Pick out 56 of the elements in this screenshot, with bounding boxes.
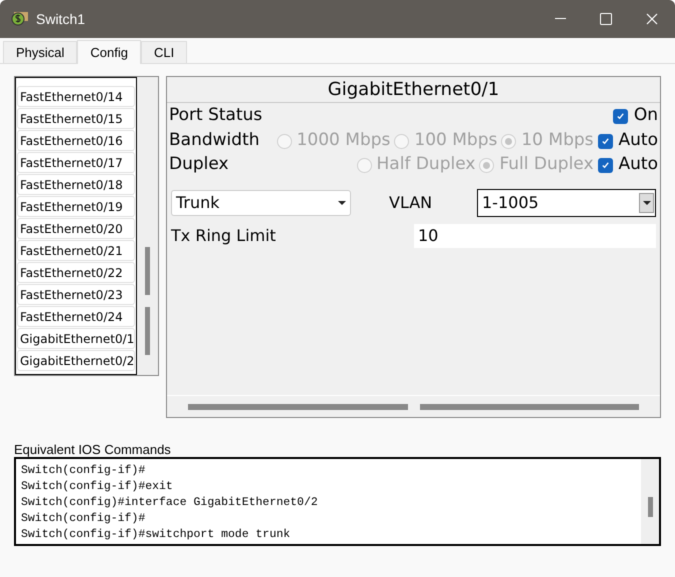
scrollbar-thumb[interactable] — [648, 497, 652, 517]
port-list-item[interactable]: FastEthernet0/18 — [17, 174, 135, 195]
option-label: 10 Mbps — [521, 129, 594, 152]
tx-ring-limit-field[interactable]: 10 — [414, 224, 656, 248]
checkmark-icon — [600, 136, 610, 146]
switch-icon — [10, 10, 30, 28]
field-label: VLAN — [389, 192, 432, 214]
tab[interactable]: Config — [77, 40, 141, 64]
tab[interactable]: Physical — [3, 41, 78, 63]
option-label: Full Duplex — [499, 153, 594, 176]
option-label: 100 Mbps — [414, 129, 498, 152]
port-list-item[interactable]: FastEthernet0/19 — [17, 196, 135, 217]
option-label: Auto — [618, 129, 658, 152]
scrollbar-thumb[interactable] — [145, 307, 150, 355]
field-label: Port Status — [169, 104, 262, 128]
vlan-dropdown[interactable]: 1-1005 — [477, 189, 656, 217]
port-list-item[interactable]: FastEthernet0/23 — [17, 284, 135, 305]
option-label: 1000 Mbps — [296, 129, 390, 152]
field-label: Tx Ring Limit — [171, 225, 276, 247]
option-label: On — [634, 104, 658, 128]
field-label: Bandwidth — [169, 129, 260, 152]
port-list-item[interactable]: FastEthernet0/15 — [17, 108, 135, 129]
command-line: Switch(config-if)#exit — [21, 479, 174, 495]
checkmark-icon — [600, 160, 610, 170]
mode-dropdown[interactable]: Trunk — [171, 190, 351, 216]
minimize-icon — [554, 18, 566, 20]
command-line: Switch(config)#interface GigabitEthernet0/2 — [21, 495, 319, 511]
option-label: Half Duplex — [376, 153, 476, 176]
port-list-item[interactable]: FastEthernet0/24 — [17, 306, 135, 327]
checkmark-icon — [616, 112, 625, 120]
port-list-item[interactable]: FastEthernet0/17 — [17, 152, 135, 173]
close-icon — [646, 13, 658, 25]
caret-icon — [642, 201, 650, 205]
port-list-item[interactable]: FastEthernet0/21 — [17, 240, 135, 261]
caret-icon — [338, 201, 346, 205]
scrollbar-thumb[interactable] — [188, 404, 408, 410]
tab[interactable]: CLI — [141, 41, 188, 63]
port-list-item[interactable]: FastEthernet0/20 — [17, 218, 135, 239]
option-label: Auto — [618, 153, 658, 176]
command-line: Switch(config-if)# — [21, 463, 146, 479]
window-title: Switch1 — [36, 10, 86, 28]
panel-header: GigabitEthernet0/1 — [167, 77, 660, 103]
command-line: Switch(config-if)#switchport mode trunk — [21, 527, 292, 543]
scrollbar-thumb[interactable] — [420, 404, 639, 410]
section-label: Equivalent IOS Commands — [14, 442, 172, 457]
checkbox[interactable] — [612, 108, 628, 124]
scrollbar-thumb[interactable] — [145, 247, 150, 295]
port-list-item[interactable]: FastEthernet0/22 — [17, 262, 135, 283]
dropdown-arrow-button[interactable] — [639, 193, 654, 213]
port-list-item[interactable]: FastEthernet0/14 — [17, 86, 135, 107]
maximize-icon — [600, 13, 612, 25]
port-list-item[interactable]: FastEthernet0/16 — [17, 130, 135, 151]
field-label: Duplex — [169, 153, 229, 176]
port-list-item[interactable]: GigabitEthernet0/1 — [17, 328, 135, 349]
command-line: Switch(config-if)# — [21, 511, 146, 527]
port-list-item[interactable]: GigabitEthernet0/2 — [17, 350, 135, 371]
